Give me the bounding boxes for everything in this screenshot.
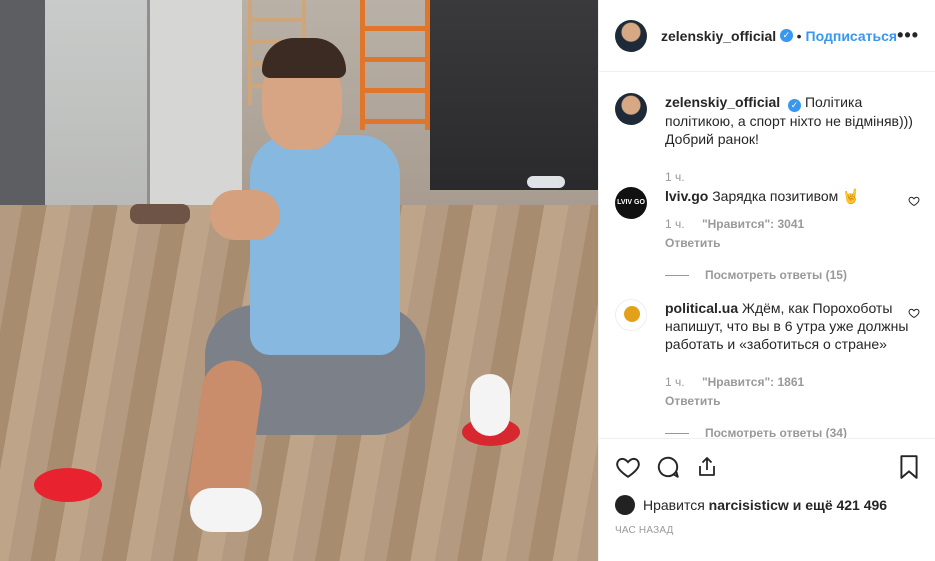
view-replies-label: Посмотреть ответы (34) [705,426,847,438]
follow-button[interactable]: Подписаться [806,28,898,44]
comment-body: lviv.go Зарядка позитивом 🤘 1 ч. "Нравит… [665,187,920,284]
likes-summary[interactable]: Нравится narcisisticw и ещё 421 496 [615,495,920,515]
weight-rack [360,0,430,130]
post-actions: Нравится narcisisticw и ещё 421 496 ЧАС … [599,438,935,561]
water-bottle [527,176,565,188]
reply-button[interactable]: Ответить [665,234,920,252]
comment-text: Зарядка позитивом 🤘 [712,188,860,204]
comment-icon[interactable] [655,447,695,487]
caption-body: zelenskiy_official ✓ Політика політикою,… [665,93,920,186]
comment-like-heart-icon[interactable] [908,307,920,322]
comment-likes[interactable]: "Нравится": 3041 [702,217,804,231]
pillar [150,0,242,210]
author-avatar[interactable] [615,19,647,52]
window [45,0,150,230]
bookmark-icon[interactable] [880,447,920,487]
comment-meta: 1 ч. "Нравится": 3041 [665,215,920,233]
post-timestamp[interactable]: ЧАС НАЗАД [615,525,920,536]
person-hair [262,38,346,78]
comment-item: political.ua Ждём, как Порохоботы напишу… [615,299,920,438]
caption-time[interactable]: 1 ч. [665,170,685,184]
caption: zelenskiy_official ✓ Політика політикою,… [615,93,920,186]
view-replies-button[interactable]: Посмотреть ответы (15) [665,266,920,284]
person-shirt [250,135,400,355]
comment-item: LVIV GO lviv.go Зарядка позитивом 🤘 1 ч.… [615,187,920,284]
comment-username[interactable]: lviv.go [665,188,708,204]
wall [0,0,45,230]
comments-list[interactable]: zelenskiy_official ✓ Політика політикою,… [599,73,935,438]
post-image[interactable] [0,0,598,561]
caption-avatar[interactable] [615,93,647,125]
person-arm [210,190,280,240]
verified-badge-icon: ✓ [780,29,793,42]
likes-user[interactable]: narcisisticw [709,497,789,513]
likes-count[interactable]: и ещё 421 496 [793,497,887,513]
view-replies-label: Посмотреть ответы (15) [705,268,847,282]
caption-username[interactable]: zelenskiy_official [665,94,780,110]
likes-prefix: Нравится [643,497,705,513]
slider-disc [34,468,102,502]
comment-like-heart-icon[interactable] [908,195,920,210]
comment-avatar[interactable] [615,299,647,331]
heart-icon[interactable] [615,447,655,487]
comment-body: political.ua Ждём, как Порохоботы напишу… [665,299,920,438]
post-header: zelenskiy_official ✓ • Подписаться ••• [599,0,935,72]
share-icon[interactable] [695,447,735,487]
gym-equipment [430,0,598,190]
more-options-icon[interactable]: ••• [897,25,919,46]
comment-time[interactable]: 1 ч. [665,375,685,389]
divider-line [665,274,689,276]
author-username[interactable]: zelenskiy_official [661,28,776,44]
reply-button[interactable]: Ответить [665,392,920,410]
comment-time[interactable]: 1 ч. [665,217,685,231]
action-icons [615,439,920,495]
person-foot [470,374,510,436]
comment-meta: 1 ч. "Нравится": 1861 [665,373,920,391]
caption-meta: 1 ч. [665,168,920,186]
shoes [130,204,190,224]
verified-badge-icon: ✓ [788,99,802,112]
divider-line [665,432,689,434]
person-foot [190,488,262,532]
comment-avatar[interactable]: LVIV GO [615,187,647,219]
comment-likes[interactable]: "Нравится": 1861 [702,375,804,389]
separator-dot: • [796,27,802,44]
comment-username[interactable]: political.ua [665,300,738,316]
liker-avatar[interactable] [615,495,635,515]
view-replies-button[interactable]: Посмотреть ответы (34) [665,424,920,438]
post-sidebar: zelenskiy_official ✓ • Подписаться ••• z… [598,0,935,561]
